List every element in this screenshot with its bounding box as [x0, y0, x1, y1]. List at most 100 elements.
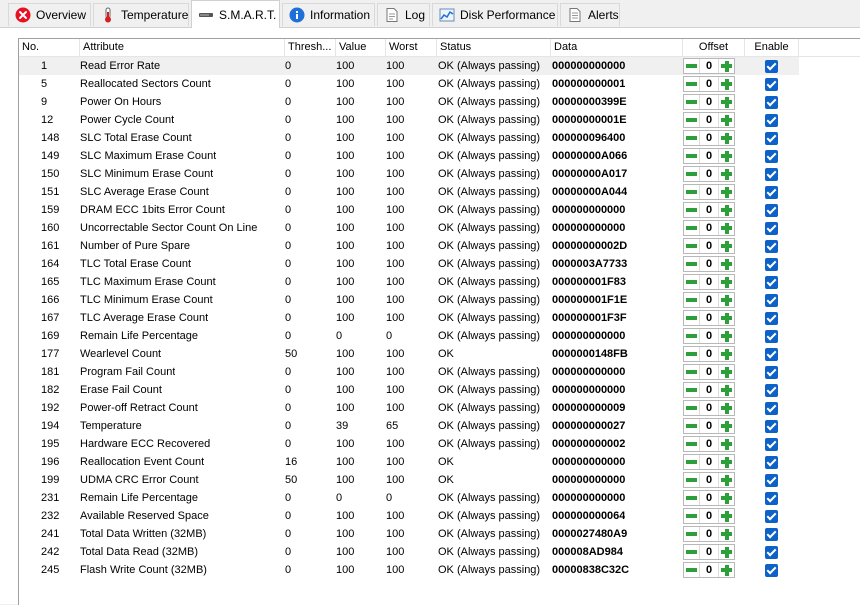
table-row[interactable]: 231 Remain Life Percentage 0 0 0 OK (Always p…	[19, 489, 799, 507]
table-row[interactable]: 12 Power Cycle Count 0 100 100 OK (Always pas…	[19, 111, 799, 129]
offset-stepper[interactable]: 0	[683, 400, 735, 416]
column-header-worst[interactable]: Worst	[386, 39, 437, 56]
tab-disk-performance[interactable]: Disk Performance	[432, 3, 558, 26]
column-header-no[interactable]: No.	[19, 39, 80, 56]
minus-icon[interactable]	[684, 167, 699, 181]
plus-icon[interactable]	[719, 293, 734, 307]
plus-icon[interactable]	[719, 203, 734, 217]
table-row[interactable]: 166 TLC Minimum Erase Count 0 100 100 OK (Alw…	[19, 291, 799, 309]
table-row[interactable]: 9 Power On Hours 0 100 100 OK (Always passing…	[19, 93, 799, 111]
table-row[interactable]: 160 Uncorrectable Sector Count On Line 0 10…	[19, 219, 799, 237]
plus-icon[interactable]	[719, 59, 734, 73]
enable-checkbox[interactable]	[765, 114, 778, 127]
minus-icon[interactable]	[684, 419, 699, 433]
minus-icon[interactable]	[684, 77, 699, 91]
column-header-attribute[interactable]: Attribute	[80, 39, 285, 56]
plus-icon[interactable]	[719, 365, 734, 379]
offset-stepper[interactable]: 0	[683, 166, 735, 182]
enable-checkbox[interactable]	[765, 510, 778, 523]
minus-icon[interactable]	[684, 149, 699, 163]
offset-stepper[interactable]: 0	[683, 472, 735, 488]
enable-checkbox[interactable]	[765, 366, 778, 379]
offset-value[interactable]: 0	[699, 311, 719, 325]
offset-value[interactable]: 0	[699, 203, 719, 217]
offset-stepper[interactable]: 0	[683, 544, 735, 560]
offset-value[interactable]: 0	[699, 275, 719, 289]
table-row[interactable]: 232 Available Reserved Space 0 100 100 OK (Al…	[19, 507, 799, 525]
offset-stepper[interactable]: 0	[683, 346, 735, 362]
offset-stepper[interactable]: 0	[683, 364, 735, 380]
offset-stepper[interactable]: 0	[683, 328, 735, 344]
plus-icon[interactable]	[719, 509, 734, 523]
enable-checkbox[interactable]	[765, 348, 778, 361]
minus-icon[interactable]	[684, 203, 699, 217]
table-row[interactable]: 165 TLC Maximum Erase Count 0 100 100 OK (Alw…	[19, 273, 799, 291]
offset-stepper[interactable]: 0	[683, 256, 735, 272]
plus-icon[interactable]	[719, 419, 734, 433]
offset-stepper[interactable]: 0	[683, 58, 735, 74]
tab-smart[interactable]: S.M.A.R.T.	[191, 0, 280, 28]
table-row[interactable]: 161 Number of Pure Spare 0 100 100 OK (Always…	[19, 237, 799, 255]
table-row[interactable]: 148 SLC Total Erase Count 0 100 100 OK (Alway…	[19, 129, 799, 147]
offset-value[interactable]: 0	[699, 545, 719, 559]
plus-icon[interactable]	[719, 275, 734, 289]
offset-value[interactable]: 0	[699, 95, 719, 109]
smart-attribute-list[interactable]: No. Attribute Thresh... Value Worst Stat…	[18, 38, 860, 605]
minus-icon[interactable]	[684, 311, 699, 325]
enable-checkbox[interactable]	[765, 384, 778, 397]
offset-stepper[interactable]: 0	[683, 526, 735, 542]
table-row[interactable]: 164 TLC Total Erase Count 0 100 100 OK (Alway…	[19, 255, 799, 273]
column-header-value[interactable]: Value	[336, 39, 386, 56]
offset-value[interactable]: 0	[699, 527, 719, 541]
offset-value[interactable]: 0	[699, 365, 719, 379]
tab-overview[interactable]: Overview	[8, 3, 91, 26]
table-row[interactable]: 150 SLC Minimum Erase Count 0 100 100 OK (Alw…	[19, 165, 799, 183]
offset-stepper[interactable]: 0	[683, 310, 735, 326]
table-row[interactable]: 241 Total Data Written (32MB) 0 100 100 OK (A…	[19, 525, 799, 543]
minus-icon[interactable]	[684, 293, 699, 307]
offset-value[interactable]: 0	[699, 221, 719, 235]
plus-icon[interactable]	[719, 545, 734, 559]
offset-stepper[interactable]: 0	[683, 238, 735, 254]
minus-icon[interactable]	[684, 59, 699, 73]
plus-icon[interactable]	[719, 491, 734, 505]
table-row[interactable]: 181 Program Fail Count 0 100 100 OK (Always p…	[19, 363, 799, 381]
table-row[interactable]: 159 DRAM ECC 1bits Error Count 0 100 100 OK (…	[19, 201, 799, 219]
plus-icon[interactable]	[719, 311, 734, 325]
enable-checkbox[interactable]	[765, 240, 778, 253]
minus-icon[interactable]	[684, 563, 699, 577]
offset-value[interactable]: 0	[699, 149, 719, 163]
offset-value[interactable]: 0	[699, 491, 719, 505]
column-header-threshold[interactable]: Thresh...	[285, 39, 336, 56]
enable-checkbox[interactable]	[765, 474, 778, 487]
offset-stepper[interactable]: 0	[683, 76, 735, 92]
enable-checkbox[interactable]	[765, 546, 778, 559]
enable-checkbox[interactable]	[765, 60, 778, 73]
offset-value[interactable]: 0	[699, 113, 719, 127]
offset-stepper[interactable]: 0	[683, 418, 735, 434]
plus-icon[interactable]	[719, 383, 734, 397]
enable-checkbox[interactable]	[765, 96, 778, 109]
minus-icon[interactable]	[684, 491, 699, 505]
offset-value[interactable]: 0	[699, 347, 719, 361]
table-row[interactable]: 169 Remain Life Percentage 0 0 0 OK (Always p…	[19, 327, 799, 345]
tab-log[interactable]: Log	[377, 3, 430, 26]
enable-checkbox[interactable]	[765, 132, 778, 145]
enable-checkbox[interactable]	[765, 186, 778, 199]
tab-temperature[interactable]: Temperature	[93, 3, 189, 26]
offset-stepper[interactable]: 0	[683, 382, 735, 398]
enable-checkbox[interactable]	[765, 420, 778, 433]
offset-value[interactable]: 0	[699, 437, 719, 451]
offset-value[interactable]: 0	[699, 59, 719, 73]
enable-checkbox[interactable]	[765, 456, 778, 469]
plus-icon[interactable]	[719, 527, 734, 541]
minus-icon[interactable]	[684, 113, 699, 127]
offset-value[interactable]: 0	[699, 455, 719, 469]
minus-icon[interactable]	[684, 365, 699, 379]
plus-icon[interactable]	[719, 473, 734, 487]
minus-icon[interactable]	[684, 221, 699, 235]
minus-icon[interactable]	[684, 329, 699, 343]
enable-checkbox[interactable]	[765, 168, 778, 181]
minus-icon[interactable]	[684, 131, 699, 145]
table-row[interactable]: 196 Reallocation Event Count 16 100 100 OK 000…	[19, 453, 799, 471]
